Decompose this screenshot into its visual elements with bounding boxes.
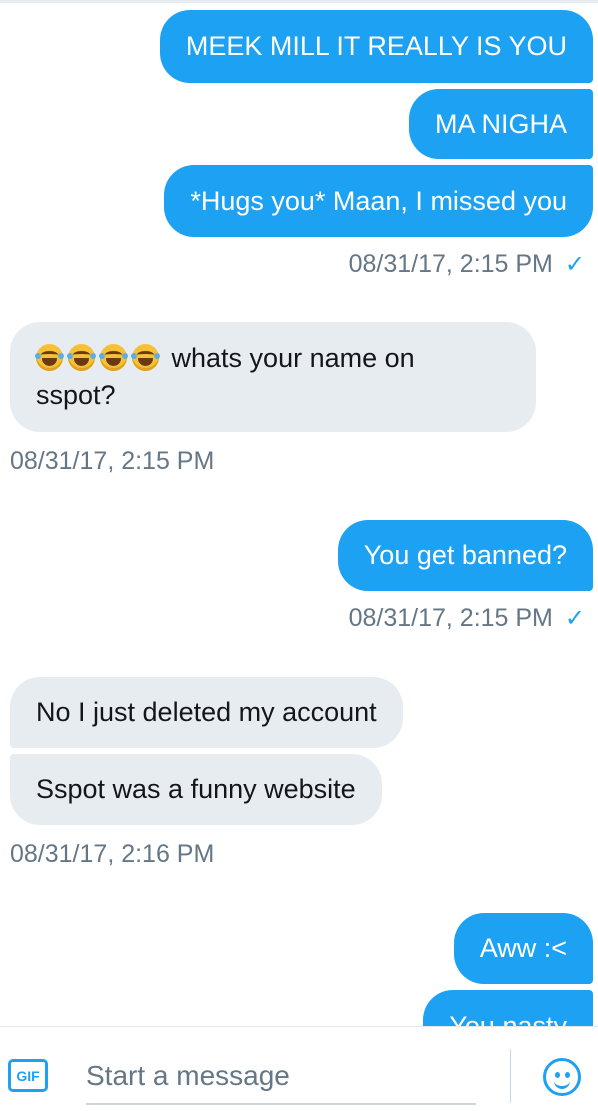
message-input[interactable] <box>86 1049 476 1105</box>
message-text: No I just deleted my account <box>36 697 377 727</box>
message-text: You get banned? <box>363 540 567 570</box>
message-bubble-outgoing[interactable]: MA NIGHA <box>408 89 593 159</box>
message-text: *Hugs you* Maan, I missed you <box>190 185 567 216</box>
message-bubble-outgoing[interactable]: Aww :< <box>453 913 593 984</box>
timestamp-text: 08/31/17, 2:15 PM <box>348 250 553 278</box>
composer-divider <box>510 1049 511 1103</box>
message-text: MA NIGHA <box>434 108 567 139</box>
timestamp-text: 08/31/17, 2:15 PM <box>10 447 215 475</box>
message-text-line1: whats your name on <box>171 343 415 373</box>
message-timestamp: 08/31/17, 2:15 PM ✓ <box>349 604 585 633</box>
smiley-icon[interactable] <box>543 1058 581 1096</box>
smiley-mouth <box>554 1077 570 1089</box>
sent-check-icon: ✓ <box>564 605 585 632</box>
message-text: whats your name on <box>35 340 415 377</box>
message-bubble-outgoing[interactable]: MEEK MILL IT REALLY IS YOU <box>159 10 593 83</box>
conversation[interactable]: MEEK MILL IT REALLY IS YOU MA NIGHA *Hug… <box>0 0 598 1026</box>
tears-of-joy-emoji-icon <box>35 343 172 373</box>
gif-button[interactable]: GIF <box>8 1059 48 1092</box>
message-text: You nasty <box>449 1011 567 1026</box>
message-text-line2: sspot? <box>36 380 116 410</box>
message-timestamp: 08/31/17, 2:15 PM <box>10 447 214 476</box>
message-bubble-incoming[interactable]: Sspot was a funny website <box>10 754 382 825</box>
message-bubble-incoming[interactable]: No I just deleted my account <box>10 677 403 748</box>
message-bubble-outgoing[interactable]: *Hugs you* Maan, I missed you <box>164 165 593 237</box>
message-text: Aww :< <box>479 933 567 963</box>
sent-check-icon: ✓ <box>564 251 585 278</box>
message-composer: GIF <box>0 1026 598 1111</box>
timestamp-text: 08/31/17, 2:16 PM <box>10 840 215 868</box>
message-bubble-incoming[interactable]: whats your name on sspot? <box>10 322 536 432</box>
message-bubble-outgoing[interactable]: You nasty <box>423 990 593 1026</box>
message-text: MEEK MILL IT REALLY IS YOU <box>185 31 567 61</box>
message-bubble-outgoing[interactable]: You get banned? <box>337 520 593 591</box>
gif-label: GIF <box>16 1067 40 1084</box>
message-timestamp: 08/31/17, 2:15 PM ✓ <box>349 250 585 279</box>
timestamp-text: 08/31/17, 2:15 PM <box>348 604 553 632</box>
message-timestamp: 08/31/17, 2:16 PM <box>10 840 214 869</box>
message-text: Sspot was a funny website <box>36 774 356 804</box>
